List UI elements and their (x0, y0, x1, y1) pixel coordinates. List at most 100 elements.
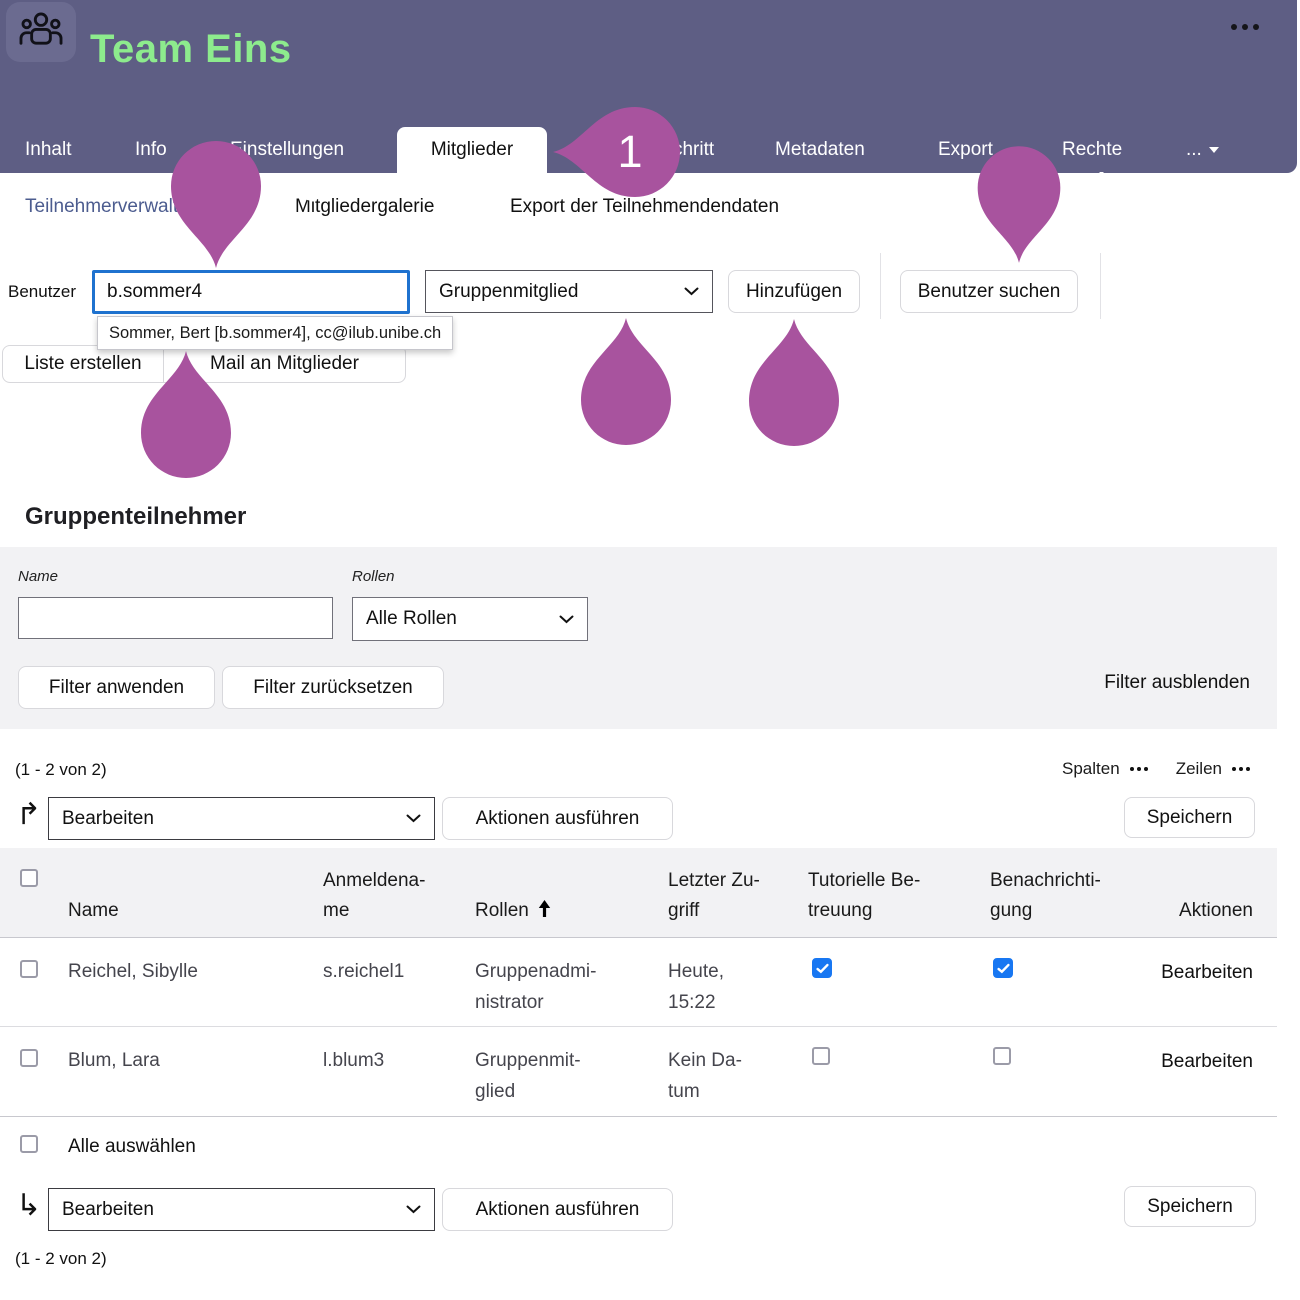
filter-name-label: Name (18, 568, 58, 585)
cell-login: l.blum3 (323, 1045, 384, 1076)
role-select-value: Gruppenmitglied (439, 281, 578, 303)
col-roles-label: Rollen (475, 900, 529, 921)
cell-role: Gruppenadmi- nistrator (475, 956, 596, 1018)
checkmark-icon (997, 963, 1010, 974)
checkmark-icon (816, 963, 829, 974)
tab-mitglieder-label: Mitglieder (431, 139, 513, 161)
table-row: Blum, Lara l.blum3 Gruppenmit- glied Kei… (0, 1027, 1277, 1117)
bulk-action-value-bottom: Bearbeiten (62, 1199, 154, 1221)
filter-roles-select[interactable]: Alle Rollen (352, 597, 588, 641)
chevron-down-icon (684, 287, 699, 296)
cell-last-access: Kein Da- tum (668, 1045, 742, 1107)
tab-lernfortschritt[interactable]: Lernfortschritt (598, 139, 714, 161)
tab-more[interactable]: ... (1186, 139, 1219, 161)
tutor-checkbox[interactable] (812, 1047, 830, 1065)
bulk-action-value-top: Bearbeiten (62, 808, 154, 830)
marker-b-label: b (1064, 167, 1154, 212)
hinzufuegen-button[interactable]: Hinzufügen (728, 270, 860, 313)
filter-zuruecksetzen-button[interactable]: Filter zurücksetzen (222, 666, 444, 709)
tab-export[interactable]: Export (938, 139, 993, 161)
autocomplete-suggestion[interactable]: Sommer, Bert [b.sommer4], cc@ilub.unibe.… (97, 316, 453, 350)
bearbeiten-link[interactable]: Bearbeiten (1161, 1046, 1253, 1077)
benutzer-input[interactable] (92, 270, 410, 314)
aktionen-ausfuehren-button-bottom[interactable]: Aktionen ausführen (442, 1188, 673, 1231)
more-options-icon[interactable] (1231, 24, 1259, 30)
filter-anwenden-button[interactable]: Filter anwenden (18, 666, 215, 709)
chevron-down-icon (406, 814, 421, 823)
marker-4-label: 4 (843, 377, 941, 422)
chevron-down-icon (406, 1205, 421, 1214)
marker-3-label: 3 (675, 376, 773, 421)
object-icon-tile (6, 2, 76, 62)
cell-login: s.reichel1 (323, 956, 404, 987)
marker-2-label: 2 (235, 409, 333, 454)
cell-name: Blum, Lara (68, 1045, 160, 1076)
subtab-teilnehmerverwaltung[interactable]: Teilnehmerverwaltung (25, 196, 210, 218)
mail-an-mitglieder-button[interactable]: Mail an Mitglieder (163, 345, 406, 383)
filter-roles-value: Alle Rollen (366, 608, 457, 630)
notification-checkbox[interactable] (993, 1047, 1011, 1065)
tab-inhalt[interactable]: Inhalt (25, 139, 71, 161)
tutor-checkbox[interactable] (812, 958, 832, 978)
col-tutor[interactable]: Tutorielle Be- treuung (808, 866, 920, 926)
spalten-label: Spalten (1062, 759, 1120, 779)
notification-checkbox[interactable] (993, 958, 1013, 978)
subtab-mitgliedergalerie[interactable]: Mitgliedergalerie (295, 196, 434, 218)
col-roles[interactable]: Rollen (475, 896, 552, 928)
group-people-icon (19, 11, 63, 54)
tab-metadaten[interactable]: Metadaten (775, 139, 865, 161)
row-options-icon[interactable] (1232, 767, 1250, 771)
section-heading: Gruppenteilnehmer (25, 503, 246, 531)
subtab-export-teilnehmendendaten[interactable]: Export der Teilnehmendendaten (510, 196, 779, 218)
caret-down-icon (1209, 147, 1219, 153)
table-view-controls: Spalten Zeilen (1062, 759, 1250, 779)
tab-rechte[interactable]: Rechte (1062, 139, 1122, 161)
tab-mitglieder[interactable]: Mitglieder (397, 127, 547, 173)
sort-ascending-icon (537, 898, 552, 928)
alle-auswaehlen-checkbox[interactable] (20, 1135, 38, 1153)
col-login[interactable]: Anmeldena- me (323, 866, 425, 926)
filter-ausblenden-link[interactable]: Filter ausblenden (1104, 672, 1250, 694)
alle-auswaehlen-label[interactable]: Alle auswählen (68, 1136, 196, 1158)
column-options-icon[interactable] (1130, 767, 1148, 771)
col-name[interactable]: Name (68, 896, 119, 926)
result-count-bottom: (1 - 2 von 2) (15, 1249, 107, 1269)
select-all-header-checkbox[interactable] (20, 869, 38, 887)
table-header: Name Anmeldena- me Rollen Letzter Zu- gr… (0, 848, 1277, 938)
cell-role: Gruppenmit- glied (475, 1045, 581, 1107)
table-row: Reichel, Sibylle s.reichel1 Gruppenadmi-… (0, 938, 1277, 1027)
role-select[interactable]: Gruppenmitglied (425, 270, 713, 313)
cell-name: Reichel, Sibylle (68, 956, 198, 987)
aktionen-ausfuehren-button-top[interactable]: Aktionen ausführen (442, 797, 673, 840)
marker-3: 3 (577, 316, 675, 445)
bearbeiten-link[interactable]: Bearbeiten (1161, 957, 1253, 988)
chevron-down-icon (559, 615, 574, 624)
filter-name-input[interactable] (18, 597, 333, 639)
tab-einstellungen[interactable]: Einstellungen (230, 139, 344, 161)
cell-last-access: Heute, 15:22 (668, 956, 724, 1018)
benutzer-label: Benutzer (8, 282, 76, 302)
zeilen-label: Zeilen (1176, 759, 1222, 779)
speichern-button-top[interactable]: Speichern (1124, 797, 1255, 838)
row-checkbox[interactable] (20, 1049, 38, 1067)
benutzer-suchen-button[interactable]: Benutzer suchen (900, 270, 1078, 313)
liste-erstellen-button[interactable]: Liste erstellen (2, 345, 164, 383)
page-title: Team Eins (90, 27, 292, 72)
col-notification[interactable]: Benachrichti- gung (990, 866, 1101, 926)
divider (880, 253, 881, 319)
col-last-access[interactable]: Letzter Zu- griff (668, 866, 760, 926)
row-checkbox[interactable] (20, 960, 38, 978)
speichern-button-bottom[interactable]: Speichern (1124, 1186, 1256, 1227)
col-actions: Aktionen (1179, 896, 1253, 926)
bulk-action-select-top[interactable]: Bearbeiten (48, 797, 435, 840)
bulk-action-select-bottom[interactable]: Bearbeiten (48, 1188, 435, 1231)
tab-info[interactable]: Info (135, 139, 167, 161)
divider (1100, 253, 1101, 319)
marker-4: 4 (745, 317, 843, 446)
tab-more-label: ... (1186, 139, 1202, 161)
apply-to-selection-up-icon: ↱ (16, 800, 41, 830)
result-count-top: (1 - 2 von 2) (15, 760, 107, 780)
page-header: Team Eins Inhalt Info Einstellungen Mitg… (0, 0, 1297, 173)
apply-to-selection-down-icon: ↳ (16, 1191, 41, 1221)
filter-roles-label: Rollen (352, 568, 395, 585)
